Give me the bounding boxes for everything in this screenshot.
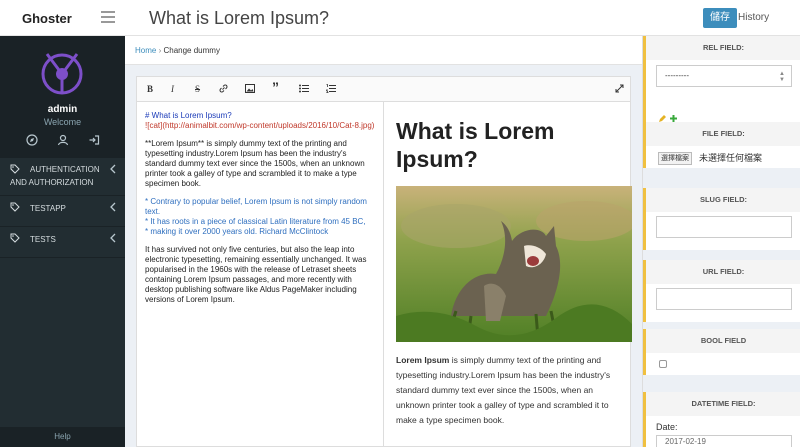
brand-name[interactable]: Ghoster: [22, 11, 72, 26]
date-input[interactable]: 2017-02-19: [656, 435, 792, 447]
brand-bar: Ghoster: [0, 0, 125, 36]
tag-icon: [10, 233, 20, 243]
preview-body-text: is simply dummy text of the printing and…: [396, 355, 611, 425]
numbered-list-icon: [325, 84, 336, 93]
datetime-field-section: DATETIME FIELD: Date: 2017-02-19: [643, 392, 800, 447]
quote-button[interactable]: ”: [272, 80, 279, 94]
choose-file-button[interactable]: 選擇檔案: [658, 152, 692, 165]
markdown-paragraph: **Lorem Ipsum** is simply dummy text of …: [145, 139, 365, 188]
chevron-left-icon: [110, 202, 116, 212]
expand-icon: [615, 84, 624, 93]
url-field-label: URL FIELD:: [646, 260, 800, 284]
slug-field-label: SLUG FIELD:: [646, 188, 800, 212]
url-input[interactable]: [656, 288, 792, 310]
preview-paragraph: Lorem Ipsum is simply dummy text of the …: [396, 353, 626, 428]
bool-field-section: BOOL FIELD: [643, 329, 800, 375]
image-button[interactable]: [245, 84, 255, 95]
breadcrumb-current: Change dummy: [163, 46, 220, 55]
help-link[interactable]: Help: [0, 427, 125, 447]
unordered-list-button[interactable]: [299, 84, 309, 95]
bool-field-label: BOOL FIELD: [646, 329, 800, 353]
breadcrumb-separator: ›: [158, 46, 162, 55]
sidebar-item-label-continued: AND AUTHORIZATION: [10, 178, 94, 187]
tag-icon: [10, 164, 20, 174]
image-icon: [245, 84, 255, 93]
markdown-list-item: * Contrary to popular belief, Lorem Ipsu…: [145, 197, 367, 216]
cat-image: [396, 186, 632, 342]
markdown-image-link: ![cat](http://animalbit.com/wp-content/u…: [145, 121, 375, 130]
user-name: admin: [47, 104, 78, 115]
sidebar-item-testapp[interactable]: TESTAPP: [0, 196, 125, 227]
markdown-editor: B I S ” # What is Lorem Ipsum? ![cat](ht…: [136, 76, 632, 447]
sidebar-item-label: AUTHENTICATION: [30, 165, 100, 174]
rel-field-select[interactable]: --------- ▲ ▼: [656, 65, 792, 87]
sidebar-item-tests[interactable]: TESTS: [0, 227, 125, 258]
editor-panes: # What is Lorem Ipsum? ![cat](http://ani…: [137, 102, 632, 447]
breadcrumb: Home › Change dummy: [125, 36, 642, 65]
profile-actions: [0, 133, 125, 146]
file-field-label: FILE FIELD:: [646, 122, 800, 146]
bold-button[interactable]: B: [147, 84, 153, 94]
markdown-paragraph: It has survived not only five centuries,…: [145, 245, 367, 304]
link-button[interactable]: [219, 84, 228, 95]
markdown-source-pane[interactable]: # What is Lorem Ipsum? ![cat](http://ani…: [137, 102, 384, 447]
slug-input[interactable]: [656, 216, 792, 238]
sidebar-item-label: TESTS: [30, 235, 56, 244]
markdown-list-item: * It has roots in a piece of classical L…: [145, 217, 366, 226]
rel-field-label: REL FIELD:: [646, 36, 800, 60]
link-icon: [219, 84, 228, 93]
italic-button[interactable]: I: [171, 84, 174, 94]
main-content: B I S ” # What is Lorem Ipsum? ![cat](ht…: [125, 65, 642, 447]
user-icon[interactable]: [57, 133, 69, 146]
chevron-left-icon: [110, 164, 116, 174]
markdown-preview-pane: What is Lorem Ipsum? Lorem Ipsum is simp…: [385, 102, 632, 447]
ghost-logo-icon: [41, 53, 83, 95]
tag-icon: [10, 202, 20, 212]
user-welcome: Welcome: [43, 117, 82, 127]
sidebar: Ghoster admin Welcome AUTHENTICATION AND…: [0, 0, 125, 447]
compass-icon[interactable]: [25, 133, 38, 146]
url-field-section: URL FIELD:: [643, 260, 800, 322]
date-label: Date:: [656, 422, 678, 432]
rel-field-value: ---------: [665, 71, 689, 80]
strikethrough-button[interactable]: S: [195, 84, 200, 94]
preview-bold-text: Lorem Ipsum: [396, 355, 450, 365]
rel-field-section: REL FIELD: --------- ▲ ▼: [643, 36, 800, 134]
bullet-list-icon: [299, 84, 309, 93]
menu-toggle-icon[interactable]: [101, 11, 115, 23]
file-field-section: FILE FIELD: 選擇檔案 未選擇任何檔案: [643, 122, 800, 168]
page-title: What is Lorem Ipsum?: [149, 8, 330, 28]
sidebar-item-label: TESTAPP: [30, 204, 66, 213]
markdown-list-item: * making it over 2000 years old. Richard…: [145, 227, 329, 236]
ordered-list-button[interactable]: [325, 84, 336, 95]
markdown-heading: # What is Lorem Ipsum?: [145, 111, 232, 120]
sidebar-item-authentication[interactable]: AUTHENTICATION AND AUTHORIZATION: [0, 158, 125, 196]
chevron-left-icon: [110, 233, 116, 243]
preview-heading: What is Lorem Ipsum?: [396, 118, 555, 172]
logout-icon[interactable]: [88, 133, 100, 145]
slug-field-section: SLUG FIELD:: [643, 188, 800, 250]
breadcrumb-home[interactable]: Home: [135, 46, 156, 55]
select-arrows-icon: ▲ ▼: [779, 71, 785, 83]
save-button[interactable]: 儲存: [703, 8, 737, 28]
history-link[interactable]: History: [738, 12, 769, 23]
fields-sidebar: REL FIELD: --------- ▲ ▼ FILE FIELD: 選擇檔案…: [642, 36, 800, 447]
sidebar-nav: AUTHENTICATION AND AUTHORIZATION TESTAPP…: [0, 158, 125, 258]
datetime-field-label: DATETIME FIELD:: [646, 392, 800, 416]
user-panel: admin Welcome: [0, 36, 125, 158]
editor-toolbar: B I S ”: [137, 77, 630, 102]
file-status: 未選擇任何檔案: [699, 153, 763, 163]
top-header: What is Lorem Ipsum? 儲存 History: [125, 0, 800, 36]
fullscreen-button[interactable]: [615, 84, 624, 95]
bool-checkbox[interactable]: [659, 360, 667, 368]
